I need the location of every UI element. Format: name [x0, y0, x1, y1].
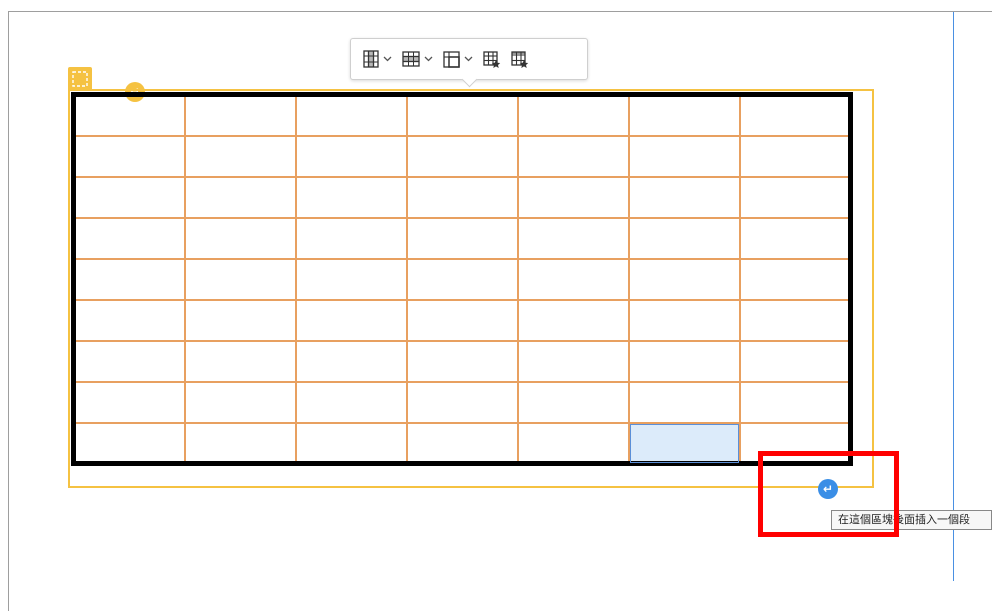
table-cell[interactable] [183, 339, 297, 383]
table-cell[interactable] [516, 257, 630, 301]
table-cell[interactable] [294, 216, 408, 260]
table-cell[interactable] [738, 216, 852, 260]
table-cell[interactable] [405, 134, 519, 178]
table-cell[interactable] [72, 380, 186, 424]
table-cell[interactable] [405, 93, 519, 137]
table-cell[interactable] [72, 93, 186, 137]
table-cell[interactable] [183, 93, 297, 137]
table-cell[interactable] [516, 339, 630, 383]
chevron-down-icon [383, 56, 392, 62]
table-cell[interactable] [294, 339, 408, 383]
table-row [72, 339, 852, 383]
table-cell[interactable] [183, 216, 297, 260]
table-row [72, 134, 852, 178]
table-cell[interactable] [183, 380, 297, 424]
table-cell[interactable] [516, 93, 630, 137]
table-row [72, 93, 852, 137]
data-table [71, 92, 853, 466]
table-cell[interactable] [294, 175, 408, 219]
table-cell[interactable] [183, 257, 297, 301]
merge-cells-icon [443, 50, 460, 68]
insert-column-icon [363, 50, 379, 68]
table-cell[interactable] [405, 421, 519, 465]
table-cell[interactable] [183, 175, 297, 219]
chevron-down-icon [464, 56, 473, 62]
insert-row-button[interactable] [402, 45, 433, 73]
table-cell[interactable] [72, 298, 186, 342]
table-cell[interactable] [405, 257, 519, 301]
table-cell[interactable] [294, 380, 408, 424]
table-cell[interactable] [405, 175, 519, 219]
table-cell[interactable] [627, 175, 741, 219]
table-cell[interactable] [294, 93, 408, 137]
table-cell[interactable] [738, 175, 852, 219]
table-cell[interactable] [516, 380, 630, 424]
table-row [72, 175, 852, 219]
table-cell[interactable] [72, 175, 186, 219]
table-cell-selected[interactable] [627, 421, 741, 465]
table-cell[interactable] [516, 298, 630, 342]
table-cell[interactable] [183, 298, 297, 342]
table-cell[interactable] [72, 421, 186, 465]
merge-cells-button[interactable] [443, 45, 473, 73]
table-cell[interactable] [405, 298, 519, 342]
table-cell[interactable] [405, 380, 519, 424]
insert-row-icon [402, 51, 420, 67]
table-row [72, 216, 852, 260]
table-row [72, 380, 852, 424]
table-cell[interactable] [627, 93, 741, 137]
table-select-handle[interactable] [68, 67, 92, 91]
table-cell[interactable] [738, 380, 852, 424]
table-row [72, 421, 852, 465]
select-all-icon [72, 71, 88, 87]
table-cell[interactable] [72, 339, 186, 383]
chevron-down-icon [424, 56, 433, 62]
table-cell[interactable] [294, 298, 408, 342]
cell-properties-icon [511, 50, 529, 68]
table-cell[interactable] [516, 216, 630, 260]
table-cell[interactable] [294, 421, 408, 465]
red-highlight-annotation [758, 451, 899, 537]
table-cell[interactable] [738, 298, 852, 342]
cell-properties-button[interactable] [511, 45, 529, 73]
table-cell[interactable] [72, 257, 186, 301]
table-cell[interactable] [72, 216, 186, 260]
table-cell[interactable] [183, 421, 297, 465]
table-cell[interactable] [72, 134, 186, 178]
table-cell[interactable] [627, 134, 741, 178]
table-properties-icon [483, 50, 501, 68]
table-cell[interactable] [627, 298, 741, 342]
table-cell[interactable] [627, 257, 741, 301]
table-cell[interactable] [627, 380, 741, 424]
table-row [72, 257, 852, 301]
table-toolbar [350, 38, 588, 80]
table-cell[interactable] [738, 257, 852, 301]
table-cell[interactable] [294, 257, 408, 301]
table-cell[interactable] [405, 339, 519, 383]
page-margin-line [953, 12, 954, 581]
table-cell[interactable] [516, 134, 630, 178]
table-cell[interactable] [738, 93, 852, 137]
table-cell[interactable] [627, 216, 741, 260]
table-cell[interactable] [627, 339, 741, 383]
table-cell[interactable] [738, 339, 852, 383]
table-cell[interactable] [183, 134, 297, 178]
table-cell[interactable] [405, 216, 519, 260]
table-properties-button[interactable] [483, 45, 501, 73]
insert-column-button[interactable] [363, 45, 392, 73]
table-cell[interactable] [516, 421, 630, 465]
table-row [72, 298, 852, 342]
table-cell[interactable] [294, 134, 408, 178]
table-cell[interactable] [738, 134, 852, 178]
table-cell[interactable] [516, 175, 630, 219]
